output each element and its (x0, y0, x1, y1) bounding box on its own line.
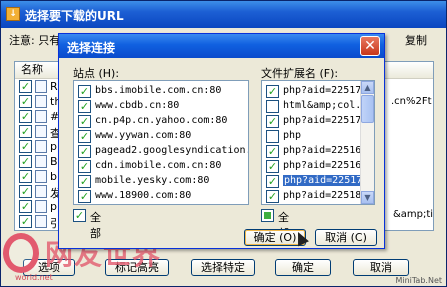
extension-label: php (283, 130, 302, 141)
site-label: www.cbdb.cn:80 (95, 100, 180, 111)
file-icon (35, 170, 47, 183)
extension-label: php?aid=225164 (283, 160, 368, 171)
site-item[interactable]: ✓ mobile.yesky.com:80 (74, 174, 248, 189)
site-label: cn.p4p.cn.yahoo.com:80 (95, 115, 228, 126)
window-titlebar[interactable]: ↓ 选择要下载的URL (1, 1, 446, 28)
row-checkbox[interactable]: ✓ (19, 200, 32, 213)
watermark-subtext: world.net (15, 273, 53, 282)
site-checkbox[interactable]: ✓ (78, 130, 91, 143)
site-checkbox[interactable]: ✓ (78, 115, 91, 128)
row-checkbox[interactable]: ✓ (19, 215, 32, 228)
extension-checkbox[interactable]: ✓ (266, 145, 279, 158)
row-overflow-text: .cn%2Ft (391, 96, 432, 107)
watermark-logo (3, 233, 39, 273)
site-checkbox[interactable]: ✓ (78, 100, 91, 113)
site-checkbox[interactable]: ✓ (78, 175, 91, 188)
note-text-right: 复制 (405, 34, 427, 47)
sites-all-label: 全部 (90, 211, 101, 240)
extension-checkbox[interactable]: ✓ (266, 175, 279, 188)
scroll-down-icon[interactable]: ▼ (361, 191, 374, 204)
extension-label: php?aid=225174 (283, 115, 368, 126)
extension-checkbox[interactable] (266, 130, 279, 143)
sites-list[interactable]: ✓ bbs.imobile.com.cn:80 ✓ www.cbdb.cn:80 ✓ cn… (73, 80, 249, 205)
extension-checkbox[interactable]: ✓ (266, 115, 279, 128)
file-icon (35, 125, 47, 138)
extensions-all-checkbox[interactable] (261, 209, 274, 222)
cancel-button[interactable]: 取消 (353, 259, 409, 276)
row-overflow-text: &amp;ti (393, 209, 434, 220)
row-checkbox[interactable]: ✓ (19, 95, 32, 108)
row-checkbox[interactable]: ✓ (19, 125, 32, 138)
extension-item[interactable]: ✓ php?aid=225173 (262, 84, 374, 99)
dialog-titlebar[interactable]: 选择连接 ✕ (59, 34, 384, 58)
extension-item[interactable]: ✓ php?aid=225188 (262, 189, 374, 204)
extension-item[interactable]: ✓ php?aid=225176 (262, 174, 374, 189)
extension-item[interactable]: html&amp;col... (262, 99, 374, 114)
site-label: mobile.yesky.com:80 (95, 175, 210, 186)
scroll-thumb[interactable] (361, 95, 374, 123)
extension-item[interactable]: ✓ php?aid=225163 (262, 144, 374, 159)
window-title: 选择要下载的URL (25, 9, 124, 23)
site-item[interactable]: ✓ www.yywan.com:80 (74, 129, 248, 144)
row-checkbox[interactable]: ✓ (19, 230, 32, 231)
site-checkbox[interactable]: ✓ (78, 85, 91, 98)
site-label: cdn.imobile.com.cn:80 (95, 160, 222, 171)
site-item[interactable]: ✓ www.cbdb.cn:80 (74, 99, 248, 114)
site-checkbox[interactable]: ✓ (78, 190, 91, 203)
extension-label: php?aid=225163 (283, 145, 368, 156)
file-icon (35, 110, 47, 123)
close-icon[interactable]: ✕ (360, 36, 380, 56)
site-label: www.yywan.com:80 (95, 130, 192, 141)
file-icon (35, 200, 47, 213)
site-item[interactable]: ✓ cn.p4p.cn.yahoo.com:80 (74, 114, 248, 129)
extension-checkbox[interactable]: ✓ (266, 85, 279, 98)
file-icon (35, 140, 47, 153)
row-checkbox[interactable]: ✓ (19, 80, 32, 93)
site-label: pagead2.googlesyndication... (95, 145, 249, 156)
extensions-list[interactable]: ✓ php?aid=225173 html&amp;col... ✓ php?aid=2… (261, 80, 375, 205)
extensions-label: 文件扩展名 (F): (261, 67, 339, 80)
extension-item[interactable]: ✓ php?aid=225174 (262, 114, 374, 129)
scroll-up-icon[interactable]: ▲ (361, 81, 374, 94)
extension-checkbox[interactable]: ✓ (266, 190, 279, 203)
extension-label: php?aid=225188 (283, 190, 368, 201)
file-icon (35, 185, 47, 198)
extensions-scrollbar[interactable]: ▲ ▼ (360, 81, 374, 204)
row-checkbox[interactable]: ✓ (19, 155, 32, 168)
extension-label: php?aid=225173 (283, 85, 368, 96)
site-item[interactable]: ✓ cdn.imobile.com.cn:80 (74, 159, 248, 174)
extension-item[interactable]: ✓ php?aid=225164 (262, 159, 374, 174)
site-checkbox[interactable]: ✓ (78, 160, 91, 173)
site-label: www.18900.com:80 (95, 190, 192, 201)
site-item[interactable]: ✓ www.18900.com:80 (74, 189, 248, 204)
extension-item[interactable]: ✓php?aid=1687... (262, 204, 374, 205)
file-icon (35, 215, 47, 228)
site-item[interactable]: ✓ bbs.imobile.com.cn:80 (74, 84, 248, 99)
site-checkbox[interactable]: ✓ (78, 145, 91, 158)
file-icon (35, 230, 47, 231)
dialog-cancel-button[interactable]: 取消 (C) (315, 229, 377, 246)
row-checkbox[interactable]: ✓ (19, 185, 32, 198)
site-item[interactable]: ✓ pagead2.googlesyndication... (74, 144, 248, 159)
extension-checkbox[interactable]: ✓ (266, 160, 279, 173)
row-checkbox[interactable]: ✓ (19, 140, 32, 153)
dialog-title: 选择连接 (67, 41, 116, 55)
row-checkbox[interactable]: ✓ (19, 110, 32, 123)
file-icon (35, 95, 47, 108)
select-links-dialog: 选择连接 ✕ 站点 (H): ✓ bbs.imobile.com.cn:80 ✓ ww… (58, 33, 385, 249)
download-icon: ↓ (6, 7, 20, 21)
extension-item[interactable]: php (262, 129, 374, 144)
watermark-site: MiniTab.Net (395, 276, 442, 285)
select-specific-button[interactable]: 选择特定 (191, 259, 255, 276)
row-checkbox[interactable]: ✓ (19, 170, 32, 183)
extension-checkbox[interactable] (266, 100, 279, 113)
sites-label: 站点 (H): (73, 67, 120, 80)
extension-label: php?aid=225176 (283, 175, 370, 186)
file-icon (35, 80, 47, 93)
sites-all-checkbox[interactable]: ✓ (73, 209, 86, 222)
site-label: bbs.imobile.com.cn:80 (95, 85, 222, 96)
ok-button[interactable]: 确定 (275, 259, 331, 276)
file-icon (35, 155, 47, 168)
